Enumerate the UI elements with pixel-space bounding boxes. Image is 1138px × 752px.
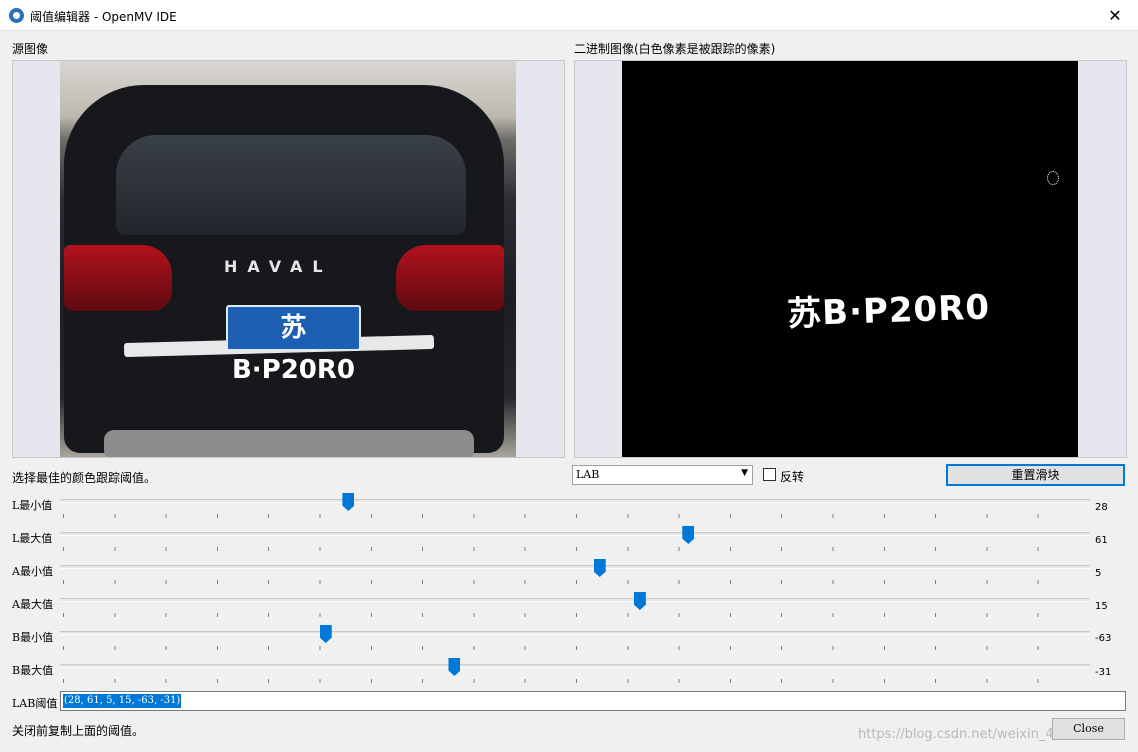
slider-ticks <box>63 679 1089 683</box>
color-space-select[interactable]: LAB ▼ <box>572 465 753 485</box>
close-button[interactable]: Close <box>1052 718 1125 740</box>
car-rear: HAVAL 苏B·P20R0 <box>64 85 504 457</box>
invert-label: 反转 <box>780 470 805 484</box>
footer-note: 关闭前复制上面的阈值。 <box>12 724 145 738</box>
window-close-icon[interactable]: ✕ <box>1092 0 1138 31</box>
binary-image: 苏B·P20R0 <box>622 61 1078 457</box>
chevron-down-icon: ▼ <box>741 468 748 478</box>
rear-bumper <box>104 430 474 457</box>
lab-threshold-label: LAB阈值 <box>12 697 58 710</box>
slider-ticks <box>63 613 1089 617</box>
slider-track[interactable] <box>60 664 1090 668</box>
slider-value: -63 <box>1095 633 1112 644</box>
binary-image-label: 二进制图像(白色像素是被跟踪的像素) <box>574 42 776 56</box>
source-image-pane: HAVAL 苏B·P20R0 <box>12 60 565 458</box>
title-bar: 阈值编辑器 - OpenMV IDE ✕ <box>0 0 1138 31</box>
lab-threshold-value: (28, 61, 5, 15, -63, -31) <box>63 694 182 708</box>
slider-ticks <box>63 580 1089 584</box>
license-plate: 苏B·P20R0 <box>226 305 361 385</box>
slider-value: 5 <box>1095 568 1102 579</box>
slider-label: A最大值 <box>12 598 53 611</box>
right-tail-light <box>396 245 504 311</box>
slider-handle[interactable] <box>342 493 355 511</box>
slider-value: 28 <box>1095 502 1108 513</box>
slider-label: B最大值 <box>12 664 54 677</box>
slider-handle[interactable] <box>448 658 461 676</box>
window-title: 阈值编辑器 - OpenMV IDE <box>30 10 177 24</box>
slider-label: L最大值 <box>12 532 53 545</box>
rear-window <box>116 135 466 235</box>
slider-value: -31 <box>1095 667 1112 678</box>
slider-track[interactable] <box>60 565 1090 569</box>
slider-handle[interactable] <box>593 559 606 577</box>
invert-checkbox[interactable] <box>763 468 776 481</box>
instruction-text: 选择最佳的颜色跟踪阈值。 <box>12 471 157 485</box>
slider-handle[interactable] <box>633 592 646 610</box>
slider-value: 61 <box>1095 535 1108 546</box>
slider-label: L最小值 <box>12 499 53 512</box>
color-space-value: LAB <box>576 468 600 481</box>
slider-track[interactable] <box>60 631 1090 635</box>
slider-track[interactable] <box>60 499 1090 503</box>
left-tail-light <box>64 245 172 311</box>
slider-track[interactable] <box>60 598 1090 602</box>
noise-speck <box>1047 171 1059 185</box>
source-image-label: 源图像 <box>12 42 49 56</box>
source-photo: HAVAL 苏B·P20R0 <box>60 61 516 457</box>
slider-value: 15 <box>1095 601 1108 612</box>
slider-handle[interactable] <box>319 625 332 643</box>
openmv-app-icon <box>9 8 24 23</box>
slider-ticks <box>63 646 1089 650</box>
binary-image-pane: 苏B·P20R0 <box>574 60 1127 458</box>
slider-track[interactable] <box>60 532 1090 536</box>
lab-threshold-field[interactable]: (28, 61, 5, 15, -63, -31) <box>60 691 1126 711</box>
slider-handle[interactable] <box>682 526 695 544</box>
car-brand-lettering: HAVAL <box>224 257 333 276</box>
slider-ticks <box>63 547 1089 551</box>
slider-label: A最小值 <box>12 565 53 578</box>
binary-plate-text: 苏B·P20R0 <box>786 287 991 335</box>
reset-sliders-button[interactable]: 重置滑块 <box>946 464 1125 486</box>
slider-ticks <box>63 514 1089 518</box>
slider-label: B最小值 <box>12 631 54 644</box>
